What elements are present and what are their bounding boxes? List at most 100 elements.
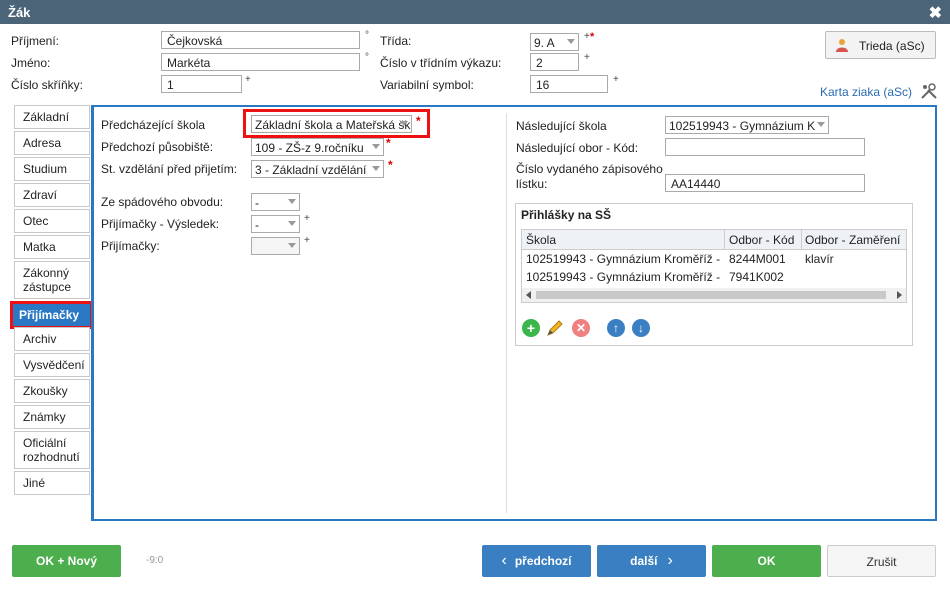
tab-vysvedceni[interactable]: Vysvědčení xyxy=(14,353,90,377)
prijimacky-select[interactable] xyxy=(251,237,300,255)
table-cell[interactable]: 102519943 - Gymnázium Kroměříž - Gymnázi… xyxy=(526,252,724,266)
chevron-left-icon: ‹ xyxy=(501,552,507,569)
predchozi-pusobiste-value: 109 - ZŠ-z 9.ročníku xyxy=(255,141,364,155)
nasledujici-skola-value: 102519943 - Gymnázium K xyxy=(669,119,816,133)
next-button-label: další xyxy=(630,554,658,568)
st-vzdelani-value: 3 - Základní vzdělání xyxy=(255,163,367,177)
window-titlebar: Žák ✖ xyxy=(0,0,950,24)
jmeno-input[interactable]: Markéta xyxy=(161,53,360,71)
varsymbol-input[interactable]: 16 xyxy=(530,75,608,93)
prihlasky-table: Škola Odbor - Kód Odbor - Zaměření 10251… xyxy=(521,229,907,303)
st-vzdelani-select[interactable]: 3 - Základní vzdělání xyxy=(251,160,384,178)
table-cell[interactable]: klavír xyxy=(805,252,905,266)
cancel-button[interactable]: Zrušit xyxy=(827,545,936,577)
chevron-down-icon xyxy=(372,144,380,149)
trieda-button[interactable]: Trieda (aSc) xyxy=(825,31,936,59)
column-header-skola[interactable]: Škola xyxy=(526,233,556,247)
pencil-icon[interactable] xyxy=(545,318,565,338)
varsymbol-label: Variabilní symbol: xyxy=(380,78,474,92)
previous-button[interactable]: ‹ předchozí xyxy=(482,545,591,577)
chevron-down-icon xyxy=(288,199,296,204)
plus-mark: + xyxy=(584,52,590,63)
horizontal-scrollbar[interactable] xyxy=(522,288,906,302)
plus-mark: + xyxy=(584,31,590,42)
nasledujici-skola-select[interactable]: 102519943 - Gymnázium K xyxy=(665,116,829,134)
tab-zdravi[interactable]: Zdraví xyxy=(14,183,90,207)
vysledek-value: - xyxy=(255,218,259,232)
add-icon[interactable]: + xyxy=(522,319,540,337)
cislo-vykaz-label: Číslo v třídním výkazu: xyxy=(380,56,502,70)
predchazejici-skola-label: Předcházející škola xyxy=(101,118,206,132)
tab-matka[interactable]: Matka xyxy=(14,235,90,259)
skrinka-input[interactable]: 1 xyxy=(161,75,242,93)
arrow-down-icon[interactable]: ↓ xyxy=(632,319,650,337)
nasledujici-skola-label: Následující škola xyxy=(516,119,607,133)
tools-icon[interactable] xyxy=(920,82,938,100)
arrow-up-icon[interactable]: ↑ xyxy=(607,319,625,337)
chevron-down-icon xyxy=(288,243,296,248)
plus-mark: + xyxy=(613,74,619,85)
predchozi-pusobiste-select[interactable]: 109 - ZŠ-z 9.ročníku xyxy=(251,138,384,156)
trida-value: 9. A xyxy=(534,36,555,50)
plus-mark: + xyxy=(245,74,251,85)
tab-zakonny-zastupce[interactable]: Zákonný zástupce xyxy=(14,261,90,299)
table-cell[interactable]: 8244M001 xyxy=(729,252,799,266)
st-vzdelani-label: St. vzdělání před přijetím: xyxy=(101,162,238,176)
tab-adresa[interactable]: Adresa xyxy=(14,131,90,155)
chevron-down-icon xyxy=(288,221,296,226)
tab-oficialni-rozhodnuti[interactable]: Oficiální rozhodnutí xyxy=(14,431,90,469)
degree-mark: ° xyxy=(365,30,369,41)
trida-select[interactable]: 9. A xyxy=(530,33,579,51)
column-header-odbor-zamereni[interactable]: Odbor - Zaměření xyxy=(805,233,900,247)
prihlasky-title: Přihlášky na SŠ xyxy=(521,208,612,222)
column-header-odbor-kod[interactable]: Odbor - Kód xyxy=(729,233,794,247)
chevron-down-icon xyxy=(372,166,380,171)
cislo-vykaz-input[interactable]: 2 xyxy=(530,53,579,71)
required-mark: * xyxy=(590,31,595,43)
next-button[interactable]: další › xyxy=(597,545,706,577)
tab-prijimacky[interactable]: Přijímačky xyxy=(10,301,93,329)
obor-kod-input[interactable] xyxy=(665,138,865,156)
previous-button-label: předchozí xyxy=(514,554,572,568)
tab-znamky[interactable]: Známky xyxy=(14,405,90,429)
vysledek-select[interactable]: - xyxy=(251,215,300,233)
column-separator xyxy=(801,230,802,249)
prijimacky-label: Přijímačky: xyxy=(101,239,160,253)
close-icon[interactable]: ✖ xyxy=(929,3,942,23)
chevron-right-icon: › xyxy=(667,552,673,569)
plus-mark: + xyxy=(304,235,310,246)
scroll-right-icon[interactable] xyxy=(897,291,902,299)
prijmeni-label: Příjmení: xyxy=(11,34,60,48)
plus-mark: + xyxy=(304,213,310,224)
tab-otec[interactable]: Otec xyxy=(14,209,90,233)
scroll-left-icon[interactable] xyxy=(526,291,531,299)
ok-button[interactable]: OK xyxy=(712,545,821,577)
version-label: -9:0 xyxy=(146,555,164,566)
ok-novy-button[interactable]: OK + Nový xyxy=(12,545,121,577)
karta-ziaka-link[interactable]: Karta ziaka (aSc) xyxy=(820,85,912,99)
tab-archiv[interactable]: Archiv xyxy=(14,327,90,351)
required-mark: * xyxy=(388,158,393,172)
prijmeni-input[interactable]: Čejkovská xyxy=(161,31,360,49)
table-header: Škola Odbor - Kód Odbor - Zaměření xyxy=(522,230,906,250)
trieda-button-label: Trieda (aSc) xyxy=(859,39,925,53)
spadovy-obvod-label: Ze spádového obvodu: xyxy=(101,195,224,209)
tab-zkousky[interactable]: Zkoušky xyxy=(14,379,90,403)
spadovy-obvod-value: - xyxy=(255,196,259,210)
spadovy-obvod-select[interactable]: - xyxy=(251,193,300,211)
delete-icon[interactable]: ✕ xyxy=(572,319,590,337)
person-icon xyxy=(836,39,848,52)
chevron-down-icon xyxy=(817,122,825,127)
tab-zakladni[interactable]: Základní xyxy=(14,105,90,129)
scrollbar-thumb[interactable] xyxy=(536,291,886,299)
column-divider xyxy=(506,113,507,513)
column-separator xyxy=(724,230,725,249)
skrinka-label: Číslo skříňky: xyxy=(11,78,84,92)
tab-jine[interactable]: Jiné xyxy=(14,471,90,495)
zapis-label-line1: Číslo vydaného zápisového xyxy=(516,162,663,176)
table-cell[interactable]: 7941K002 xyxy=(729,270,799,284)
tab-studium[interactable]: Studium xyxy=(14,157,90,181)
jmeno-label: Jméno: xyxy=(11,56,51,70)
zapis-input[interactable]: AA14440 xyxy=(665,174,865,192)
table-cell[interactable]: 102519943 - Gymnázium Kroměříž - Gymnázi… xyxy=(526,270,724,284)
